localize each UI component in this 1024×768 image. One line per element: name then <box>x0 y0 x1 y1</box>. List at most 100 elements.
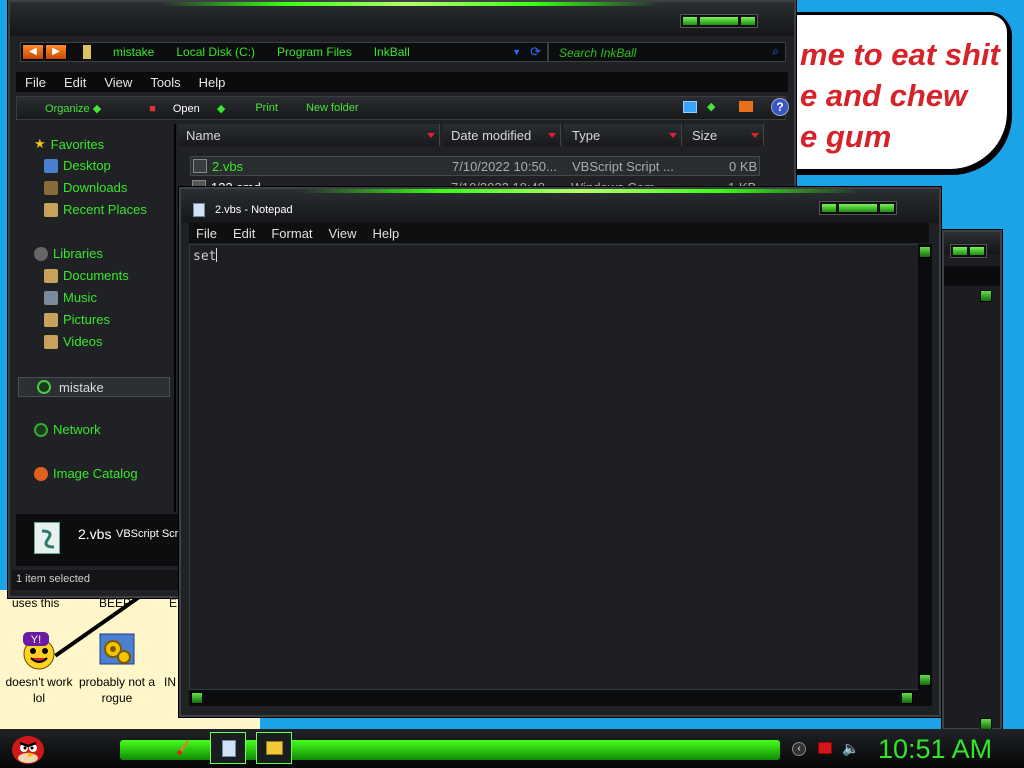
libraries-icon <box>34 246 48 261</box>
close-button[interactable] <box>880 204 894 212</box>
search-input[interactable]: Search InkBall ⌕ <box>548 42 786 62</box>
window-controls[interactable] <box>680 14 758 28</box>
taskbar-clock[interactable]: 10:51 AM <box>878 734 992 765</box>
notepad-window[interactable]: 2.vbs - Notepad File Edit Format View He… <box>179 187 941 717</box>
address-bar[interactable]: ◀ ▶ mistake Local Disk (C:) Program File… <box>20 42 548 62</box>
nav-computer-selected[interactable]: mistake <box>18 377 170 397</box>
nav-image-catalog[interactable]: Image Catalog <box>34 466 138 481</box>
column-header-date[interactable]: Date modified <box>443 124 561 146</box>
chevron-down-icon[interactable]: ▼ <box>512 47 521 57</box>
view-options-icon[interactable] <box>683 101 697 113</box>
nav-downloads[interactable]: Downloads <box>44 180 127 195</box>
column-header-size[interactable]: Size <box>684 124 764 146</box>
open-icon: ■ <box>149 102 156 115</box>
volume-icon[interactable]: 🔈 <box>842 740 859 757</box>
desktop-icon-label[interactable]: BEEP <box>99 596 131 610</box>
column-header-type[interactable]: Type <box>564 124 682 146</box>
maximize-button[interactable] <box>700 17 738 25</box>
text-editor-area[interactable]: set <box>189 244 919 690</box>
nav-videos[interactable]: Videos <box>44 334 103 349</box>
nav-libraries[interactable]: Libraries <box>34 246 103 261</box>
column-header-name[interactable]: Name <box>178 124 440 146</box>
explorer-titlebar[interactable] <box>10 2 794 36</box>
column-label: Date modified <box>451 128 532 143</box>
help-icon[interactable]: ? <box>771 98 789 116</box>
back-button[interactable]: ◀ <box>22 44 44 60</box>
desktop-icon-yahoo[interactable]: Y! doesn't work lol <box>0 630 78 706</box>
recent-places-icon <box>44 202 58 217</box>
minimize-button[interactable] <box>683 17 697 25</box>
menu-edit[interactable]: Edit <box>226 226 264 241</box>
organize-button[interactable]: Organize ◆ <box>31 102 101 115</box>
resize-grip[interactable] <box>918 690 932 706</box>
breadcrumb-item[interactable]: InkBall <box>374 45 410 59</box>
nav-recent-places[interactable]: Recent Places <box>44 202 147 217</box>
vertical-scrollbar[interactable] <box>918 244 932 690</box>
show-hidden-icons-icon[interactable]: ‹ <box>792 742 806 756</box>
close-button[interactable] <box>741 17 755 25</box>
menu-view[interactable]: View <box>322 226 366 241</box>
sort-arrow-icon[interactable] <box>548 133 556 138</box>
start-button[interactable] <box>6 730 46 766</box>
sort-arrow-icon[interactable] <box>669 133 677 138</box>
open-button[interactable]: ■ Open ◆ <box>135 102 225 115</box>
menu-view[interactable]: View <box>95 75 141 90</box>
scroll-right-button[interactable] <box>901 692 913 704</box>
command-bar: Organize ◆ ■ Open ◆ Print New folder ◆ ? <box>16 96 789 120</box>
folder-icon <box>266 741 283 755</box>
nav-pictures[interactable]: Pictures <box>44 312 110 327</box>
folder-icon <box>83 45 91 59</box>
paint-brush-icon[interactable] <box>176 738 192 756</box>
background-window[interactable] <box>942 230 1002 730</box>
horizontal-scrollbar[interactable] <box>189 690 919 706</box>
menu-tools[interactable]: Tools <box>141 75 189 90</box>
scroll-left-button[interactable] <box>191 692 203 704</box>
desktop-icon-label: probably not a rogue <box>78 675 156 705</box>
desktop-icon-gear[interactable]: probably not a rogue <box>78 630 156 706</box>
breadcrumb-item[interactable]: mistake <box>113 45 154 59</box>
menu-help[interactable]: Help <box>365 226 408 241</box>
taskbar-explorer-button[interactable] <box>256 732 292 764</box>
taskbar-notepad-button[interactable] <box>210 732 246 764</box>
nav-favorites[interactable]: ★ Favorites <box>34 136 104 152</box>
nav-music[interactable]: Music <box>44 290 97 305</box>
preview-pane-icon[interactable] <box>739 101 753 112</box>
desktop-icon-label[interactable]: uses this <box>12 596 59 610</box>
text-caret <box>216 248 218 262</box>
forward-button[interactable]: ▶ <box>45 44 67 60</box>
minimize-button[interactable] <box>822 204 836 212</box>
maximize-button[interactable] <box>839 204 877 212</box>
nav-label: Libraries <box>53 246 103 261</box>
print-button[interactable]: Print <box>255 102 278 114</box>
scroll-down-button[interactable] <box>919 674 931 686</box>
nav-desktop[interactable]: Desktop <box>44 158 111 173</box>
window-controls[interactable] <box>819 201 897 215</box>
menu-format[interactable]: Format <box>264 226 321 241</box>
chevron-down-icon[interactable]: ◆ <box>707 100 715 113</box>
nav-documents[interactable]: Documents <box>44 268 129 283</box>
nav-label: Music <box>63 290 97 305</box>
menu-help[interactable]: Help <box>190 75 235 90</box>
breadcrumb-item[interactable]: Local Disk (C:) <box>176 45 255 59</box>
scroll-up-button[interactable] <box>980 290 992 302</box>
desktop-icon <box>44 158 58 173</box>
desktop-icon-label[interactable]: E <box>169 596 177 610</box>
search-icon[interactable]: ⌕ <box>772 44 779 59</box>
new-folder-button[interactable]: New folder <box>306 102 359 114</box>
scroll-up-button[interactable] <box>919 246 931 258</box>
sort-arrow-icon[interactable] <box>751 133 759 138</box>
action-center-icon[interactable] <box>818 742 832 754</box>
menu-file[interactable]: File <box>189 226 226 241</box>
menu-file[interactable]: File <box>16 75 55 90</box>
window-controls[interactable] <box>950 244 987 258</box>
breadcrumb-item[interactable]: Program Files <box>277 45 352 59</box>
maximize-button[interactable] <box>970 247 984 255</box>
status-bar: 1 item selected <box>12 570 188 590</box>
menu-edit[interactable]: Edit <box>55 75 95 90</box>
file-row-selected[interactable]: 2.vbs 7/10/2022 10:50... VBScript Script… <box>190 156 760 176</box>
refresh-icon[interactable]: ⟳ <box>530 44 541 60</box>
pane-divider[interactable] <box>174 124 176 512</box>
minimize-button[interactable] <box>953 247 967 255</box>
sort-arrow-icon[interactable] <box>427 133 435 138</box>
nav-network[interactable]: Network <box>34 422 101 437</box>
